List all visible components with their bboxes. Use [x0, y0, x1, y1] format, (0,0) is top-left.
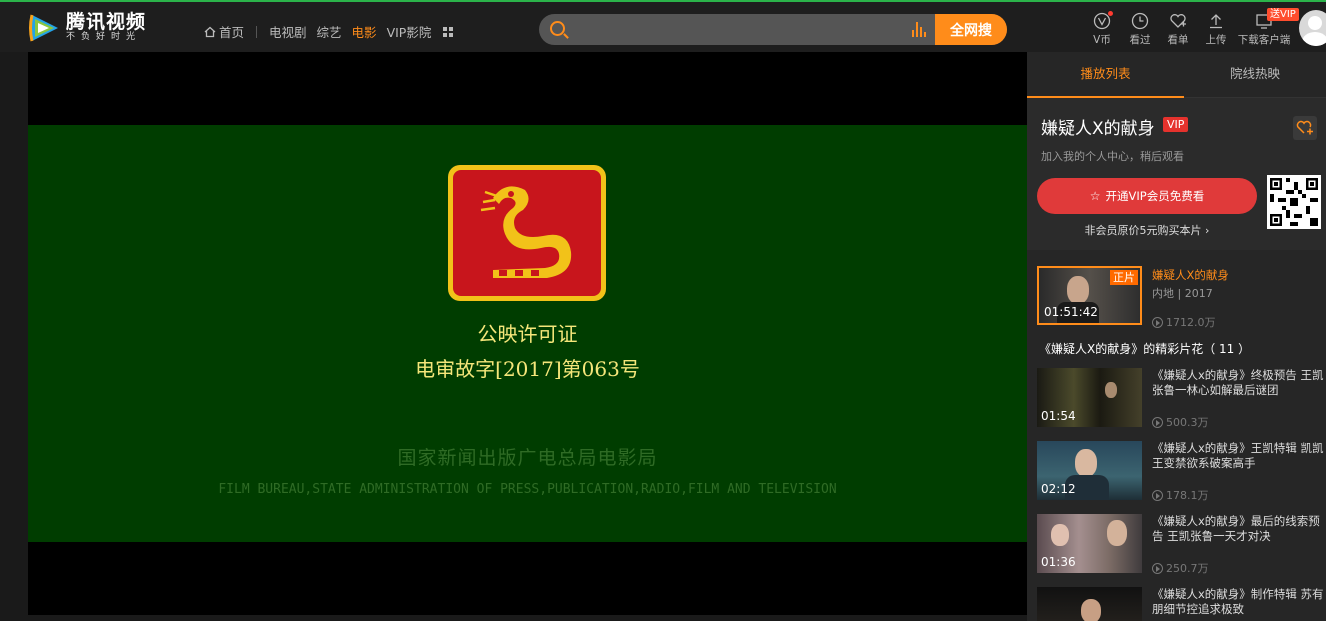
- clip-plays: 178.1万: [1166, 489, 1209, 502]
- chevron-right-icon: ›: [1205, 224, 1210, 237]
- episode-meta: 内地 | 2017: [1152, 287, 1213, 300]
- tab-in-theaters[interactable]: 院线热映: [1184, 52, 1326, 98]
- home-icon: [204, 26, 216, 37]
- logo[interactable]: 腾讯视频 不负好时光: [28, 12, 146, 43]
- crown-icon: ☆: [1089, 189, 1101, 203]
- main-feature-item[interactable]: 正片 01:51:42 嫌疑人X的献身 内地 | 2017 1712.0万: [1037, 266, 1326, 329]
- user-toolbar: V币 看过 看单 上传 下载客户端: [1083, 11, 1293, 47]
- episode-plays: 1712.0万: [1166, 316, 1216, 329]
- playlist-sidebar: 播放列表 院线热映 嫌疑人X的献身 VIP 加入我的个人中心，稍后观看 ☆ 开通…: [1027, 52, 1326, 621]
- upload-button[interactable]: 上传: [1197, 12, 1235, 47]
- send-vip-badge[interactable]: 送VIP: [1267, 8, 1299, 21]
- nav-item-tv[interactable]: 电视剧: [269, 22, 307, 41]
- history-icon: [1131, 12, 1149, 30]
- upload-icon: [1207, 12, 1225, 30]
- clip-play-count: 500.3万: [1152, 414, 1209, 430]
- clip-play-count: 178.1万: [1152, 487, 1209, 503]
- movie-title: 嫌疑人X的献身: [1041, 119, 1155, 139]
- clip-plays: 250.7万: [1166, 562, 1209, 575]
- vcoin-icon: [1093, 11, 1113, 30]
- video-player[interactable]: 公映许可证 电审故字[2017]第063号 国家新闻出版广电总局电影局 FILM…: [28, 52, 1027, 615]
- bureau-name-chinese: 国家新闻出版广电总局电影局: [397, 447, 658, 469]
- film-bureau-dragon-emblem: [448, 165, 606, 301]
- clip-item[interactable]: 02:12 《嫌疑人x的献身》王凯特辑 凯凯王变禁欲系破案高手 178.1万: [1037, 441, 1326, 503]
- clip-thumbnail: [1037, 587, 1142, 621]
- clip-play-count: 250.7万: [1152, 560, 1209, 576]
- more-categories-icon[interactable]: [443, 26, 454, 37]
- buy-movie-link[interactable]: 非会员原价5元购买本片 ›: [1037, 222, 1257, 238]
- clip-title: 《嫌疑人x的献身》终极预告 王凯张鲁一林心如解最后谜团: [1152, 368, 1324, 397]
- clip-title: 《嫌疑人x的献身》最后的线索预告 王凯张鲁一天才对决: [1152, 514, 1320, 543]
- search-bar: 全网搜: [539, 14, 1007, 45]
- watchlist-button[interactable]: 看单: [1159, 12, 1197, 47]
- top-bar: 腾讯视频 不负好时光 首页 电视剧 综艺 电影 VIP影院 全网搜 V币 看过 …: [0, 0, 1326, 52]
- clip-thumbnail: 02:12: [1037, 441, 1142, 500]
- clip-title: 《嫌疑人x的献身》制作特辑 苏有朋细节控追求极致: [1152, 587, 1324, 616]
- vcoin-label: V币: [1093, 34, 1111, 46]
- clip-item[interactable]: 01:36 《嫌疑人x的献身》最后的线索预告 王凯张鲁一天才对决 250.7万: [1037, 514, 1326, 576]
- clip-plays: 500.3万: [1166, 416, 1209, 429]
- upload-label: 上传: [1205, 34, 1227, 46]
- license-title: 公映许可证: [477, 322, 578, 346]
- watchlist-label: 看单: [1167, 34, 1189, 46]
- heart-plus-icon: [1296, 120, 1313, 135]
- clip-duration: 01:36: [1041, 555, 1076, 569]
- add-to-watchlist-tip: 加入我的个人中心，稍后观看: [1041, 150, 1184, 163]
- nav-home-label: 首页: [219, 25, 245, 40]
- movie-info-panel: 嫌疑人X的献身 VIP 加入我的个人中心，稍后观看 ☆ 开通VIP会员免费看 非…: [1027, 98, 1326, 250]
- history-label: 看过: [1129, 34, 1151, 46]
- episode-thumbnail: 正片 01:51:42: [1037, 266, 1142, 325]
- clip-title: 《嫌疑人x的献身》王凯特辑 凯凯王变禁欲系破案高手: [1152, 441, 1324, 470]
- main-nav: 首页 电视剧 综艺 电影 VIP影院: [204, 22, 454, 41]
- hot-ranking-icon[interactable]: [912, 22, 926, 37]
- open-vip-button[interactable]: ☆ 开通VIP会员免费看: [1037, 178, 1257, 214]
- episode-duration: 01:51:42: [1044, 305, 1098, 319]
- logo-title: 腾讯视频: [66, 11, 147, 33]
- history-button[interactable]: 看过: [1121, 12, 1159, 47]
- logo-slogan: 不负好时光: [66, 32, 142, 42]
- play-count-icon: [1152, 416, 1163, 428]
- clip-item[interactable]: 《嫌疑人x的献身》制作特辑 苏有朋细节控追求极致: [1037, 587, 1326, 621]
- watchlist-icon: [1169, 12, 1187, 30]
- open-vip-label: 开通VIP会员免费看: [1105, 189, 1205, 203]
- license-number: 电审故字[2017]第063号: [415, 357, 640, 381]
- episode-title: 嫌疑人X的献身: [1152, 268, 1229, 282]
- clip-thumbnail: 01:36: [1037, 514, 1142, 573]
- bureau-name-english: FILM BUREAU,STATE ADMINISTRATION OF PRES…: [218, 482, 837, 497]
- notification-dot: [1108, 11, 1113, 16]
- nav-item-movie[interactable]: 电影: [352, 22, 377, 41]
- add-to-watchlist-button[interactable]: [1293, 116, 1317, 140]
- search-icon: [550, 21, 565, 36]
- sidebar-tabs: 播放列表 院线热映: [1027, 52, 1326, 98]
- feature-tag: 正片: [1110, 270, 1138, 285]
- tab-playlist[interactable]: 播放列表: [1027, 52, 1184, 98]
- qr-code: [1267, 175, 1321, 229]
- episode-play-count: 1712.0万: [1152, 314, 1216, 330]
- buy-movie-label: 非会员原价5元购买本片: [1084, 224, 1202, 237]
- vip-badge: VIP: [1163, 117, 1189, 132]
- clip-item[interactable]: 01:54 《嫌疑人x的献身》终极预告 王凯张鲁一林心如解最后谜团 500.3万: [1037, 368, 1326, 430]
- nav-item-vip-cinema[interactable]: VIP影院: [387, 22, 432, 41]
- avatar[interactable]: [1299, 10, 1326, 46]
- play-count-icon: [1152, 316, 1163, 328]
- clip-duration: 02:12: [1041, 482, 1076, 496]
- nav-item-variety[interactable]: 综艺: [317, 22, 342, 41]
- clip-duration: 01:54: [1041, 409, 1076, 423]
- vcoin-button[interactable]: V币: [1083, 11, 1121, 47]
- clips-section-title: 《嫌疑人X的献身》的精彩片花（ 11 ）: [1039, 342, 1251, 356]
- search-all-button[interactable]: 全网搜: [935, 14, 1007, 45]
- nav-home[interactable]: 首页: [204, 22, 244, 41]
- download-label: 下载客户端: [1237, 34, 1291, 46]
- tencent-video-logo-icon: [28, 13, 62, 43]
- play-count-icon: [1152, 489, 1163, 501]
- search-input[interactable]: [573, 14, 903, 45]
- video-frame: 公映许可证 电审故字[2017]第063号 国家新闻出版广电总局电影局 FILM…: [28, 125, 1027, 542]
- clip-thumbnail: 01:54: [1037, 368, 1142, 427]
- nav-divider: [256, 25, 258, 38]
- play-count-icon: [1152, 562, 1163, 574]
